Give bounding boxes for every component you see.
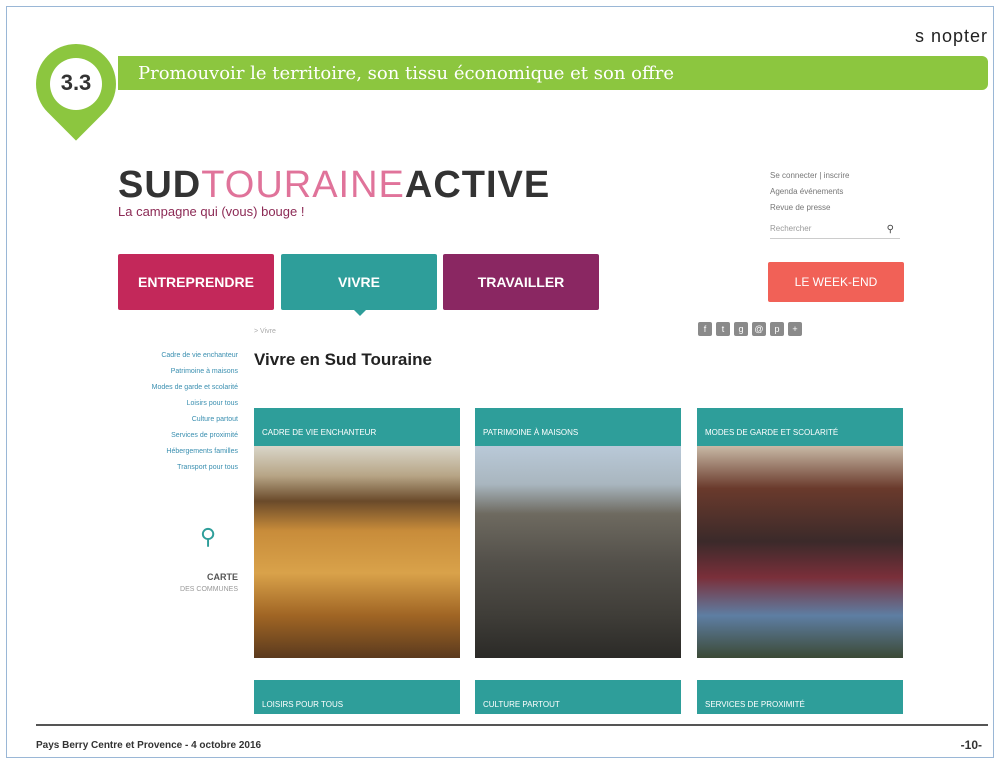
twitter-icon[interactable]: t [716,322,730,336]
active-nav-indicator [350,306,370,316]
search-placeholder: Rechercher [770,224,812,233]
logo-part-sud: SUD [118,164,202,206]
footer-divider [36,724,988,726]
utility-link[interactable]: Se connecter | inscrire [770,168,849,184]
card-title: PATRIMOINE À MAISONS [475,408,681,446]
search-icon[interactable]: ⚲ [887,224,894,235]
card-title: MODES DE GARDE ET SCOLARITÉ [697,408,903,446]
page-number: -10- [960,738,982,752]
facebook-icon[interactable]: f [698,322,712,336]
share-icon[interactable]: + [788,322,802,336]
sidebar-item[interactable]: Hébergements familles [120,444,238,460]
sidebar-item[interactable]: Services de proximité [120,428,238,444]
search-input[interactable]: Rechercher ⚲ [770,224,900,239]
sidebar-item[interactable]: Culture partout [120,412,238,428]
sidebar-item[interactable]: Patrimoine à maisons [120,364,238,380]
card-image-wheat-field [254,446,460,658]
breadcrumb[interactable]: > Vivre [254,328,276,335]
map-link-subtitle[interactable]: DES COMMUNES [150,586,238,593]
email-icon[interactable]: @ [752,322,766,336]
map-pin-icon[interactable]: ⚲ [200,524,216,550]
content-card-header[interactable]: LOISIRS POUR TOUS [254,680,460,714]
section-title: Promouvoir le territoire, son tissu écon… [138,63,675,84]
social-share-bar: f t g @ p + [698,322,802,336]
footer-text: Pays Berry Centre et Provence - 4 octobr… [36,740,262,751]
logo-part-touraine: TOURAINE [201,164,405,206]
site-logo[interactable]: SUDTOURAINEACTIVE [118,164,550,207]
sidebar-item[interactable]: Transport pour tous [120,460,238,476]
site-tagline: La campagne qui (vous) bouge ! [118,204,305,219]
section-number: 3.3 [60,70,92,95]
sidebar-item[interactable]: Cadre de vie enchanteur [120,348,238,364]
utility-link[interactable]: Revue de presse [770,200,849,216]
sidebar-menu: Cadre de vie enchanteur Patrimoine à mai… [120,348,238,476]
content-card[interactable]: MODES DE GARDE ET SCOLARITÉ [697,408,903,658]
utility-link[interactable]: Agenda événements [770,184,849,200]
content-card-header[interactable]: SERVICES DE PROXIMITÉ [697,680,903,714]
content-card[interactable]: PATRIMOINE À MAISONS [475,408,681,658]
brand-logo: s nopter [914,26,988,46]
card-title: CADRE DE VIE ENCHANTEUR [254,408,460,446]
utility-links: Se connecter | inscrire Agenda événement… [770,168,849,216]
nav-travailler[interactable]: TRAVAILLER [443,254,599,310]
nav-weekend[interactable]: LE WEEK-END [768,262,904,302]
page-title: Vivre en Sud Touraine [254,350,432,369]
content-card[interactable]: CADRE DE VIE ENCHANTEUR [254,408,460,658]
content-card-header[interactable]: CULTURE PARTOUT [475,680,681,714]
logo-part-active: ACTIVE [404,164,551,206]
print-icon[interactable]: p [770,322,784,336]
nav-entreprendre[interactable]: ENTREPRENDRE [118,254,274,310]
sidebar-item[interactable]: Modes de garde et scolarité [120,380,238,396]
sidebar-item[interactable]: Loisirs pour tous [120,396,238,412]
googleplus-icon[interactable]: g [734,322,748,336]
card-image-village [475,446,681,658]
nav-vivre[interactable]: VIVRE [281,254,437,310]
card-image-children [697,446,903,658]
map-link-title[interactable]: CARTE [150,572,238,582]
